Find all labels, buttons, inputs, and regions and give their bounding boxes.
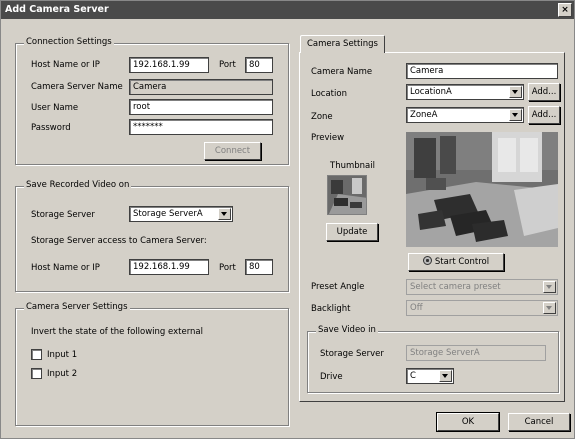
- port-label: Port: [219, 60, 236, 70]
- backlight-select[interactable]: Off: [406, 300, 558, 316]
- invert-state-text: Invert the state of the following extern…: [31, 327, 204, 337]
- port-input[interactable]: 80: [245, 57, 273, 73]
- save-recorded-video-legend: Save Recorded Video on: [24, 180, 132, 190]
- drive-label: Drive: [320, 372, 343, 382]
- input1-checkbox[interactable]: [31, 349, 42, 360]
- preview-label: Preview: [311, 133, 345, 143]
- thumbnail-label: Thumbnail: [330, 161, 375, 171]
- storage-access-text: Storage Server access to Camera Server:: [31, 236, 207, 246]
- chevron-down-icon[interactable]: [509, 86, 522, 98]
- recorded-host-name-label: Host Name or IP: [31, 263, 100, 273]
- preset-angle-placeholder: Select camera preset: [410, 282, 501, 292]
- input2-label: Input 2: [47, 369, 78, 379]
- location-label: Location: [311, 89, 347, 99]
- recorded-port-input[interactable]: 80: [245, 259, 273, 275]
- chevron-down-icon[interactable]: [543, 281, 556, 293]
- chevron-down-icon[interactable]: [439, 370, 452, 382]
- input2-checkbox[interactable]: [31, 368, 42, 379]
- save-video-storage-label: Storage Server: [320, 349, 384, 359]
- backlight-value: Off: [410, 303, 423, 313]
- save-video-in-legend: Save Video in: [316, 325, 378, 335]
- storage-server-select[interactable]: Storage ServerA: [129, 206, 233, 222]
- recorded-port-label: Port: [219, 263, 236, 273]
- chevron-down-icon[interactable]: [543, 302, 556, 314]
- camera-server-name-field: Camera: [129, 79, 273, 95]
- zone-value: ZoneA: [410, 110, 438, 120]
- drive-select[interactable]: C: [406, 368, 454, 384]
- connect-button[interactable]: Connect: [204, 142, 261, 160]
- host-name-input[interactable]: 192.168.1.99: [129, 57, 209, 73]
- zone-label: Zone: [311, 112, 333, 122]
- camera-name-input[interactable]: Camera: [406, 63, 558, 79]
- tab-camera-settings[interactable]: Camera Settings: [300, 35, 385, 53]
- chevron-down-icon[interactable]: [218, 208, 231, 220]
- camera-control-icon: [422, 256, 432, 265]
- backlight-label: Backlight: [311, 304, 351, 314]
- location-value: LocationA: [410, 87, 452, 97]
- camera-server-name-label: Camera Server Name: [31, 82, 123, 92]
- camera-preview-image: [406, 132, 558, 247]
- zone-select[interactable]: ZoneA: [406, 107, 524, 123]
- add-camera-server-dialog: Add Camera Server × Connection Settings …: [0, 0, 575, 439]
- start-control-button[interactable]: Start Control: [408, 253, 504, 271]
- camera-server-settings-legend: Camera Server Settings: [24, 302, 130, 312]
- add-zone-button[interactable]: Add...: [528, 106, 560, 124]
- drive-value: C: [410, 371, 416, 381]
- close-icon[interactable]: ×: [558, 3, 572, 17]
- user-name-label: User Name: [31, 103, 79, 113]
- title-bar: Add Camera Server ×: [1, 1, 574, 19]
- preset-angle-label: Preset Angle: [311, 282, 365, 292]
- add-location-button[interactable]: Add...: [528, 83, 560, 101]
- save-video-storage-field: Storage ServerA: [406, 345, 546, 361]
- chevron-down-icon[interactable]: [509, 109, 522, 121]
- preset-angle-select[interactable]: Select camera preset: [406, 279, 558, 295]
- cancel-button[interactable]: Cancel: [508, 413, 570, 431]
- start-control-label: Start Control: [434, 257, 490, 267]
- password-input[interactable]: *******: [129, 119, 273, 135]
- ok-button[interactable]: OK: [436, 412, 500, 432]
- thumbnail-image: [327, 175, 367, 215]
- storage-server-label: Storage Server: [31, 210, 95, 220]
- update-button[interactable]: Update: [326, 223, 378, 241]
- camera-name-label: Camera Name: [311, 67, 373, 77]
- window-title: Add Camera Server: [5, 4, 109, 15]
- location-select[interactable]: LocationA: [406, 84, 524, 100]
- user-name-input[interactable]: root: [129, 99, 273, 115]
- storage-server-value: Storage ServerA: [133, 209, 203, 219]
- recorded-host-name-input[interactable]: 192.168.1.99: [129, 259, 209, 275]
- host-name-label: Host Name or IP: [31, 60, 100, 70]
- connection-settings-legend: Connection Settings: [24, 37, 114, 47]
- input1-label: Input 1: [47, 350, 78, 360]
- password-label: Password: [31, 123, 71, 133]
